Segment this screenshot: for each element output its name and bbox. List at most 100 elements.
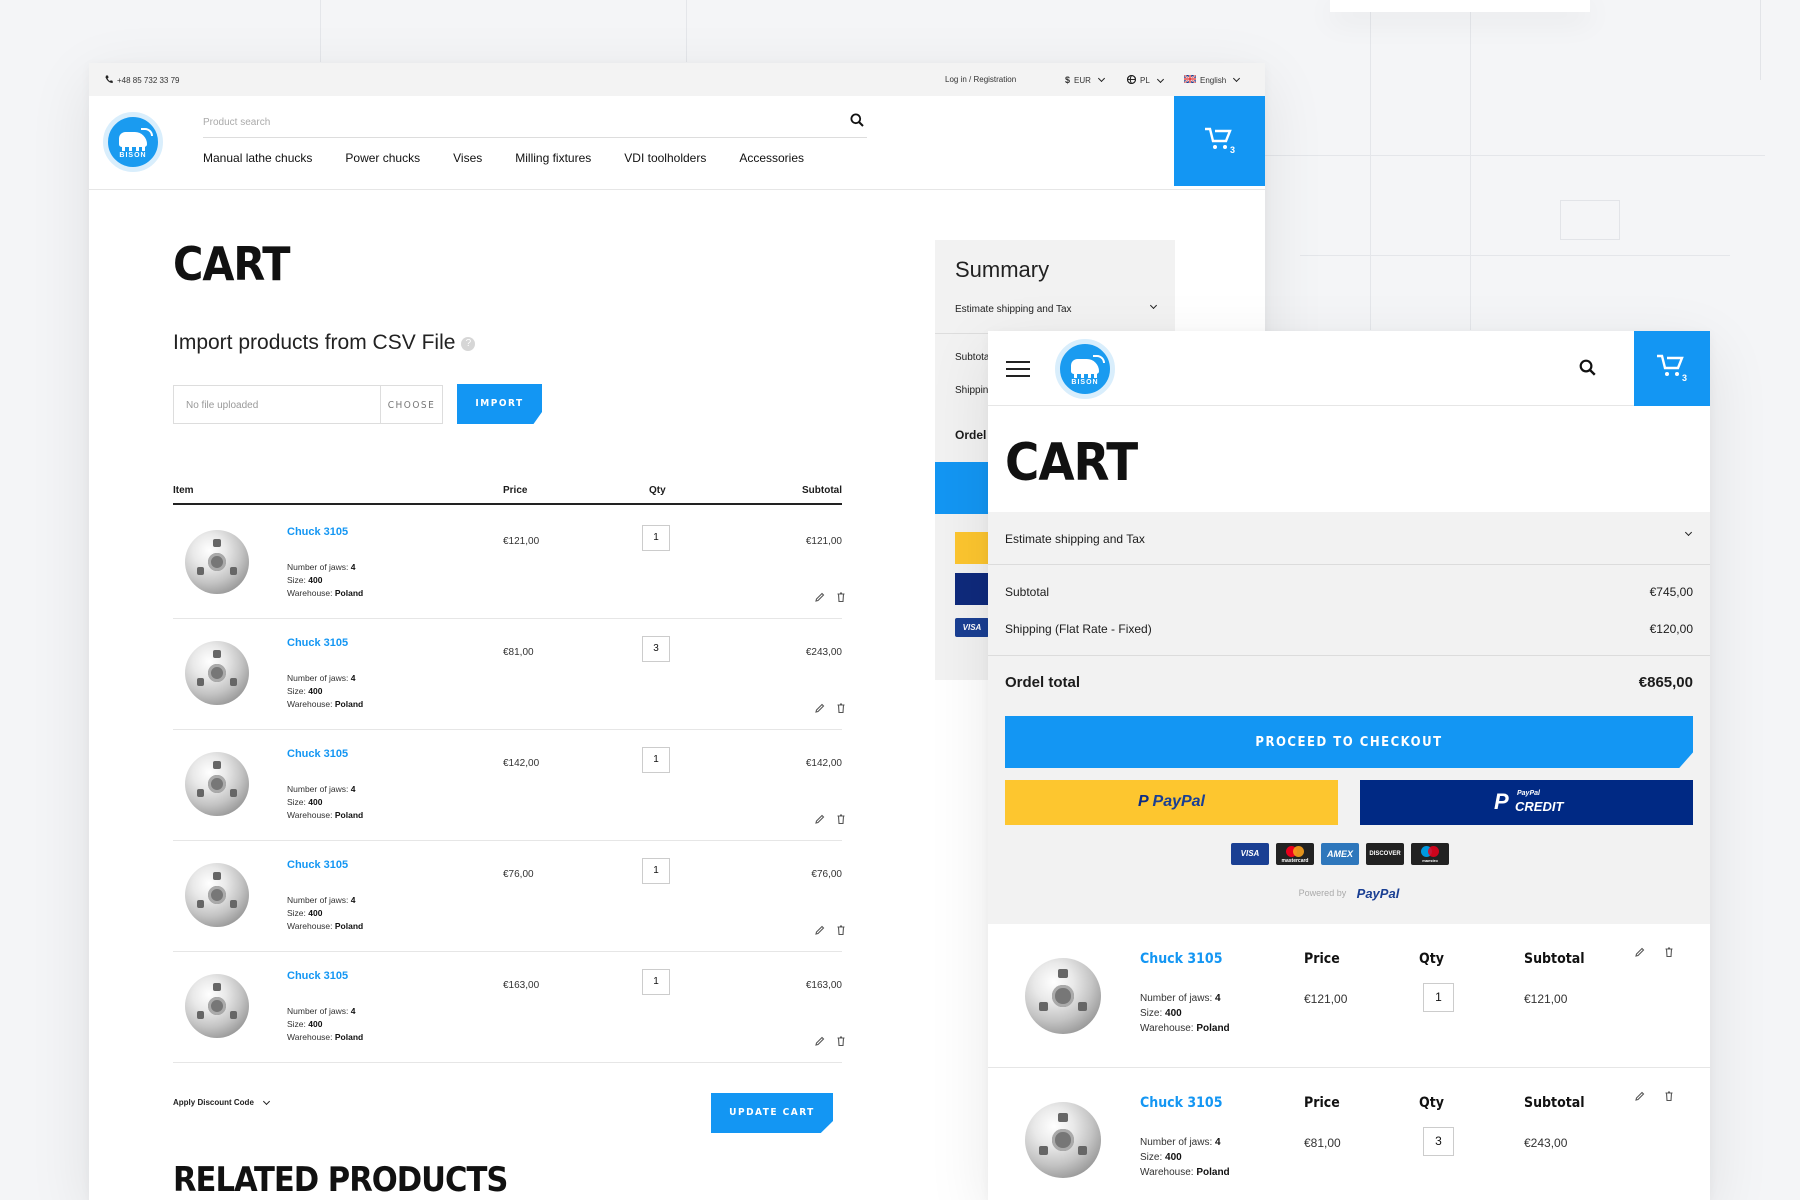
product-name-link[interactable]: Chuck 3105: [287, 859, 348, 871]
quantity-input[interactable]: 1: [642, 747, 670, 773]
chuck-product-image[interactable]: [185, 863, 249, 927]
trash-icon[interactable]: [837, 811, 845, 829]
chuck-product-image[interactable]: [1025, 958, 1101, 1034]
quantity-input[interactable]: 3: [1423, 1127, 1454, 1156]
product-name-link[interactable]: Chuck 3105: [287, 526, 348, 538]
spec-jaws-label: Number of jaws:: [287, 562, 349, 572]
horn-shape: [141, 128, 153, 136]
spec-jaws: Number of jaws: 4: [1140, 991, 1230, 1006]
item-subtotal: €163,00: [805, 980, 842, 991]
currency-select[interactable]: $ EUR: [1065, 74, 1105, 85]
spec-warehouse: Warehouse: Poland: [287, 698, 363, 711]
update-cart-button[interactable]: UPDATE CART: [711, 1093, 833, 1133]
chuck-product-image[interactable]: [1025, 1102, 1101, 1178]
trash-icon[interactable]: [1665, 944, 1673, 962]
nav-milling-fixtures[interactable]: Milling fixtures: [515, 151, 591, 165]
paypal-p-icon: P: [1494, 789, 1509, 814]
spec-size-value: 400: [308, 1019, 323, 1029]
discount-toggle[interactable]: Apply Discount Code: [173, 1097, 270, 1107]
nav-manual-lathe-chucks[interactable]: Manual lathe chucks: [203, 151, 312, 165]
file-input[interactable]: No file uploaded: [173, 385, 381, 424]
paypal-button[interactable]: P PayPal: [1005, 780, 1338, 825]
spec-warehouse-label: Warehouse:: [1140, 1023, 1194, 1034]
paypal-credit-button[interactable]: P PayPal CREDIT: [1360, 780, 1693, 825]
product-specs: Number of jaws: 4 Size: 400 Warehouse: P…: [1140, 991, 1230, 1036]
site-header: BISON Product search Manual lathe chucks…: [89, 96, 1265, 190]
spec-jaws-label: Number of jaws:: [287, 673, 349, 683]
quantity-input[interactable]: 1: [1423, 983, 1454, 1012]
bison-logo[interactable]: BISON: [103, 112, 163, 172]
pencil-icon[interactable]: [815, 1033, 825, 1051]
spec-jaws: Number of jaws: 4: [287, 672, 363, 685]
cart-button[interactable]: 3: [1634, 331, 1710, 406]
search-icon[interactable]: [1579, 359, 1596, 381]
pencil-icon[interactable]: [815, 589, 825, 607]
product-name-link[interactable]: Chuck 3105: [287, 970, 348, 982]
item-subtotal: €243,00: [805, 647, 842, 658]
chevron-down-icon: [1684, 528, 1693, 537]
cart-button[interactable]: 3: [1174, 96, 1265, 186]
pencil-icon[interactable]: [1635, 1088, 1645, 1106]
spec-warehouse: Warehouse: Poland: [287, 920, 363, 933]
spec-warehouse: Warehouse: Poland: [1140, 1021, 1230, 1036]
chuck-product-image[interactable]: [185, 974, 249, 1038]
pencil-icon[interactable]: [815, 811, 825, 829]
spec-jaws-label: Number of jaws:: [1140, 1137, 1213, 1148]
trash-icon[interactable]: [837, 700, 845, 718]
cart-row: Chuck 3105 Number of jaws: 4 Size: 400 W…: [173, 841, 845, 952]
product-name-link[interactable]: Chuck 3105: [287, 748, 348, 760]
pencil-icon[interactable]: [815, 922, 825, 940]
language-select[interactable]: English: [1183, 74, 1241, 85]
spec-warehouse-label: Warehouse:: [1140, 1167, 1194, 1178]
quantity-input[interactable]: 1: [642, 525, 670, 551]
trash-icon[interactable]: [1665, 1088, 1673, 1106]
login-link[interactable]: Log in / Registration: [945, 75, 1016, 84]
quantity-input[interactable]: 3: [642, 636, 670, 662]
col-qty: Qty: [649, 485, 666, 496]
summary-estimate[interactable]: Estimate shipping and Tax: [955, 304, 1072, 315]
country-select[interactable]: PL: [1126, 74, 1164, 86]
spec-warehouse-value: Poland: [334, 1032, 364, 1042]
nav-accessories[interactable]: Accessories: [739, 151, 804, 165]
chuck-product-image[interactable]: [185, 530, 249, 594]
col-subtotal: Subtotal: [1524, 1095, 1585, 1111]
product-name-link[interactable]: Chuck 3105: [1140, 951, 1222, 967]
estimate-shipping-toggle[interactable]: Estimate shipping and Tax: [1005, 532, 1145, 546]
item-price: €121,00: [503, 536, 540, 547]
product-name-link[interactable]: Chuck 3105: [287, 637, 348, 649]
nav-vdi-toolholders[interactable]: VDI toolholders: [624, 151, 706, 165]
spec-size-value: 400: [308, 797, 323, 807]
menu-icon[interactable]: [1006, 361, 1030, 377]
choose-button[interactable]: CHOOSE: [381, 385, 443, 424]
spec-jaws: Number of jaws: 4: [287, 894, 363, 907]
proceed-to-checkout-button[interactable]: PROCEED TO CHECKOUT: [1005, 716, 1693, 768]
help-icon[interactable]: ?: [461, 337, 476, 351]
spec-size-label: Size:: [1140, 1008, 1163, 1019]
import-button[interactable]: IMPORT: [457, 384, 542, 424]
discount-label: Apply Discount Code: [173, 1098, 254, 1107]
quantity-input[interactable]: 1: [642, 969, 670, 995]
item-price: €81,00: [1304, 1136, 1341, 1150]
trash-icon[interactable]: [837, 589, 845, 607]
powered-by-brand: PayPal: [1356, 886, 1400, 901]
phone-contact[interactable]: +48 85 732 33 79: [105, 75, 180, 86]
search-input[interactable]: Product search: [203, 108, 867, 138]
nav-vises[interactable]: Vises: [453, 151, 482, 165]
quantity-input[interactable]: 1: [642, 858, 670, 884]
item-subtotal: €243,00: [1524, 1136, 1568, 1150]
bison-logo[interactable]: BISON: [1055, 339, 1115, 399]
pencil-icon[interactable]: [815, 700, 825, 718]
trash-icon[interactable]: [837, 922, 845, 940]
pencil-icon[interactable]: [1635, 944, 1645, 962]
spec-size: Size: 400: [287, 796, 363, 809]
chuck-product-image[interactable]: [185, 752, 249, 816]
chuck-product-image[interactable]: [185, 641, 249, 705]
spec-jaws-value: 4: [350, 673, 356, 683]
uk-flag-icon: [1183, 74, 1197, 85]
spec-size-label: Size:: [287, 1019, 306, 1029]
phone-number: +48 85 732 33 79: [117, 76, 180, 85]
search-icon[interactable]: [850, 113, 864, 130]
product-name-link[interactable]: Chuck 3105: [1140, 1095, 1222, 1111]
nav-power-chucks[interactable]: Power chucks: [345, 151, 420, 165]
trash-icon[interactable]: [837, 1033, 845, 1051]
